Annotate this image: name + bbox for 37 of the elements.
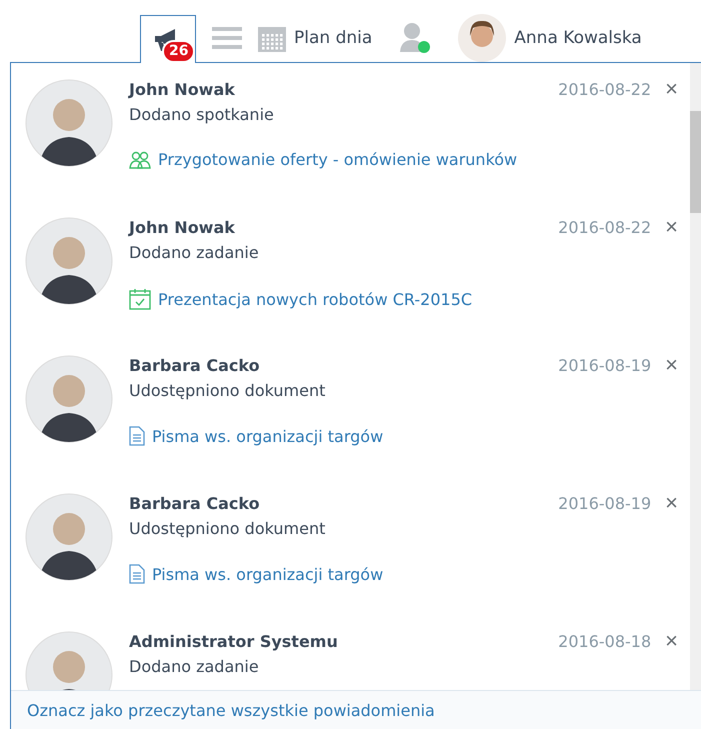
notification-date: 2016-08-22: [558, 218, 652, 236]
close-button[interactable]: ×: [661, 631, 682, 651]
close-button[interactable]: ×: [661, 355, 682, 375]
author-name: John Nowak: [129, 80, 236, 98]
author-name: Barbara Cacko: [129, 494, 261, 512]
author-name: John Nowak: [129, 218, 236, 236]
notification-link[interactable]: Pisma ws. organizacji targów: [152, 564, 384, 584]
user-status-icon[interactable]: [398, 22, 432, 54]
user-name[interactable]: Anna Kowalska: [514, 28, 642, 48]
plan-link[interactable]: Plan dnia: [294, 28, 372, 48]
notification-link[interactable]: Pisma ws. organizacji targów: [152, 426, 384, 446]
notification-date: 2016-08-19: [558, 356, 652, 374]
menu-icon[interactable]: [212, 27, 242, 49]
notification-date: 2016-08-22: [558, 80, 652, 98]
notification-action: Udostępniono dokument: [129, 519, 326, 538]
notification-count: 26: [162, 40, 196, 63]
avatar[interactable]: [458, 14, 506, 62]
notification-action: Dodano spotkanie: [129, 105, 275, 124]
document-icon: [129, 426, 145, 446]
calendar-check-icon: [129, 288, 151, 310]
close-button[interactable]: ×: [661, 217, 682, 237]
author-name: Administrator Systemu: [129, 632, 339, 650]
document-icon: [129, 564, 145, 584]
close-button[interactable]: ×: [661, 493, 682, 513]
close-button[interactable]: ×: [661, 79, 682, 99]
notification-link[interactable]: Przygotowanie oferty - omówienie warunków: [158, 150, 518, 169]
notification-link[interactable]: Prezentacja nowych robotów CR-2015C: [158, 290, 472, 308]
people-icon: [129, 150, 151, 168]
calendar-icon: [258, 24, 286, 52]
notification-date: 2016-08-18: [558, 632, 652, 650]
notification-action: Dodano zadanie: [129, 657, 260, 676]
author-name: Barbara Cacko: [129, 356, 261, 374]
scrollbar[interactable]: [690, 63, 701, 690]
notifications-tab[interactable]: 26: [140, 15, 196, 63]
notification-action: Udostępniono dokument: [129, 381, 326, 400]
notification-date: 2016-08-19: [558, 494, 652, 512]
notification-action: Dodano zadanie: [129, 243, 260, 262]
